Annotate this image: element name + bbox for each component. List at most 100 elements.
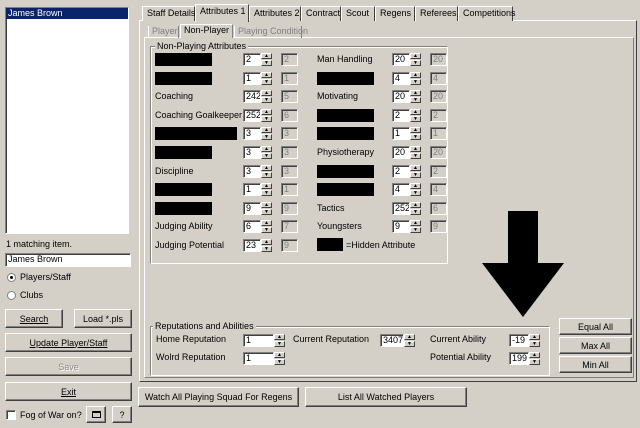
spin-down-icon[interactable]: ▼ xyxy=(261,79,272,85)
help-button[interactable]: ? xyxy=(112,406,132,423)
attribute-spinner[interactable]: ▲ ▼ xyxy=(261,109,272,122)
tab-staff-details[interactable]: Staff Details xyxy=(142,6,195,21)
equal-all-button[interactable]: Equal All xyxy=(559,318,632,335)
spin-up-icon[interactable]: ▲ xyxy=(410,146,421,152)
tab-referees[interactable]: Referees xyxy=(415,6,458,21)
spin-down-icon[interactable]: ▼ xyxy=(410,227,421,233)
spin-up-icon[interactable]: ▲ xyxy=(410,183,421,189)
spin-down-icon[interactable]: ▼ xyxy=(410,153,421,159)
clubs-radio[interactable] xyxy=(7,291,16,300)
spin-up-icon[interactable]: ▲ xyxy=(261,90,272,96)
current-ability-field[interactable]: -19 xyxy=(509,334,529,347)
spin-down-icon[interactable]: ▼ xyxy=(410,97,421,103)
spin-down-icon[interactable]: ▼ xyxy=(410,60,421,66)
spin-down-icon[interactable]: ▼ xyxy=(410,172,421,178)
spin-down-icon[interactable]: ▼ xyxy=(261,190,272,196)
attribute-value-field[interactable]: 20 xyxy=(392,90,410,103)
attribute-value-field[interactable]: 4 xyxy=(392,183,410,196)
attribute-spinner[interactable]: ▲ ▼ xyxy=(410,72,421,85)
list-watched-button[interactable]: List All Watched Players xyxy=(305,387,467,407)
attribute-value-field[interactable]: 1 xyxy=(392,127,410,140)
attribute-value-field[interactable]: 2 xyxy=(243,53,261,66)
attribute-spinner[interactable]: ▲ ▼ xyxy=(261,146,272,159)
attribute-spinner[interactable]: ▲ ▼ xyxy=(261,202,272,215)
load-pls-button[interactable]: Load *.pls xyxy=(74,309,132,328)
spin-up-icon[interactable]: ▲ xyxy=(261,202,272,208)
attribute-spinner[interactable]: ▲ ▼ xyxy=(261,183,272,196)
attribute-value-field[interactable]: 1 xyxy=(243,72,261,85)
exit-button[interactable]: Exit xyxy=(5,382,132,401)
spin-up-icon[interactable]: ▲ xyxy=(261,72,272,78)
current-ability-spinner[interactable]: ▲ ▼ xyxy=(529,334,540,347)
spin-up-icon[interactable]: ▲ xyxy=(261,109,272,115)
attribute-spinner[interactable]: ▲ ▼ xyxy=(261,90,272,103)
attribute-value-field[interactable]: 252 xyxy=(243,109,261,122)
potential-ability-field[interactable]: 199 xyxy=(509,352,529,365)
attribute-spinner[interactable]: ▲ ▼ xyxy=(410,109,421,122)
attribute-spinner[interactable]: ▲ ▼ xyxy=(410,202,421,215)
spin-down-icon[interactable]: ▼ xyxy=(410,79,421,85)
attribute-value-field[interactable]: 3 xyxy=(243,165,261,178)
current-rep-field[interactable]: 3407 xyxy=(380,334,404,347)
attribute-value-field[interactable]: 20 xyxy=(392,146,410,159)
spin-down-icon[interactable]: ▼ xyxy=(261,227,272,233)
attribute-spinner[interactable]: ▲ ▼ xyxy=(261,72,272,85)
spin-up-icon[interactable]: ▲ xyxy=(261,220,272,226)
tab-contract[interactable]: Contract xyxy=(301,6,341,21)
home-rep-field[interactable]: 1 xyxy=(243,334,274,347)
attribute-spinner[interactable]: ▲ ▼ xyxy=(410,165,421,178)
attribute-value-field[interactable]: 23 xyxy=(243,239,261,252)
spin-down-icon[interactable]: ▼ xyxy=(410,209,421,215)
max-all-button[interactable]: Max All xyxy=(559,337,632,354)
attribute-spinner[interactable]: ▲ ▼ xyxy=(261,165,272,178)
world-rep-field[interactable]: 1 xyxy=(243,352,274,365)
attribute-spinner[interactable]: ▲ ▼ xyxy=(410,220,421,233)
spin-up-icon[interactable]: ▲ xyxy=(261,146,272,152)
spin-down-icon[interactable]: ▼ xyxy=(261,172,272,178)
attribute-value-field[interactable]: 9 xyxy=(392,220,410,233)
search-button[interactable]: Search xyxy=(5,309,63,328)
attribute-value-field[interactable]: 9 xyxy=(243,202,261,215)
attribute-spinner[interactable]: ▲ ▼ xyxy=(261,239,272,252)
tab-regens[interactable]: Regens xyxy=(375,6,415,21)
notes-button[interactable] xyxy=(86,406,106,423)
list-item[interactable]: James Brown xyxy=(6,8,128,19)
attribute-spinner[interactable]: ▲ ▼ xyxy=(410,53,421,66)
attribute-value-field[interactable]: 6 xyxy=(243,220,261,233)
save-button[interactable]: Save xyxy=(5,357,132,376)
attribute-value-field[interactable]: 242 xyxy=(243,90,261,103)
attribute-spinner[interactable]: ▲ ▼ xyxy=(410,90,421,103)
subtab-player[interactable]: Player xyxy=(148,26,179,38)
watch-regens-button[interactable]: Watch All Playing Squad For Regens xyxy=(138,387,299,407)
attribute-spinner[interactable]: ▲ ▼ xyxy=(261,53,272,66)
spin-up-icon[interactable]: ▲ xyxy=(261,165,272,171)
spin-down-icon[interactable]: ▼ xyxy=(261,209,272,215)
attribute-value-field[interactable]: 1 xyxy=(243,183,261,196)
spin-up-icon[interactable]: ▲ xyxy=(410,202,421,208)
attribute-spinner[interactable]: ▲ ▼ xyxy=(410,183,421,196)
spin-up-icon[interactable]: ▲ xyxy=(410,109,421,115)
spin-down-icon[interactable]: ▼ xyxy=(410,190,421,196)
home-rep-spinner[interactable]: ▲ ▼ xyxy=(274,334,285,347)
spin-up-icon[interactable]: ▲ xyxy=(410,72,421,78)
attribute-spinner[interactable]: ▲ ▼ xyxy=(261,220,272,233)
tab-attributes-1[interactable]: Attributes 1 xyxy=(195,4,249,22)
attribute-value-field[interactable]: 20 xyxy=(392,53,410,66)
spin-down-icon[interactable]: ▼ xyxy=(261,60,272,66)
tab-attributes-2[interactable]: Attributes 2 xyxy=(249,6,301,21)
spin-down-icon[interactable]: ▼ xyxy=(410,134,421,140)
spin-up-icon[interactable]: ▲ xyxy=(261,127,272,133)
update-button[interactable]: Update Player/Staff xyxy=(5,333,132,352)
spin-down-icon[interactable]: ▼ xyxy=(261,97,272,103)
spin-up-icon[interactable]: ▲ xyxy=(261,53,272,59)
spin-up-icon[interactable]: ▲ xyxy=(410,53,421,59)
attribute-spinner[interactable]: ▲ ▼ xyxy=(410,127,421,140)
potential-ability-spinner[interactable]: ▲ ▼ xyxy=(529,352,540,365)
subtab-playing-condition[interactable]: Playing Condition xyxy=(234,26,308,38)
spin-down-icon[interactable]: ▼ xyxy=(261,153,272,159)
tab-competitions[interactable]: Competitions xyxy=(458,6,516,21)
tab-scout[interactable]: Scout xyxy=(341,6,375,21)
fog-of-war-checkbox[interactable] xyxy=(6,410,16,420)
players-staff-radio[interactable] xyxy=(7,273,16,282)
world-rep-spinner[interactable]: ▲ ▼ xyxy=(274,352,285,365)
